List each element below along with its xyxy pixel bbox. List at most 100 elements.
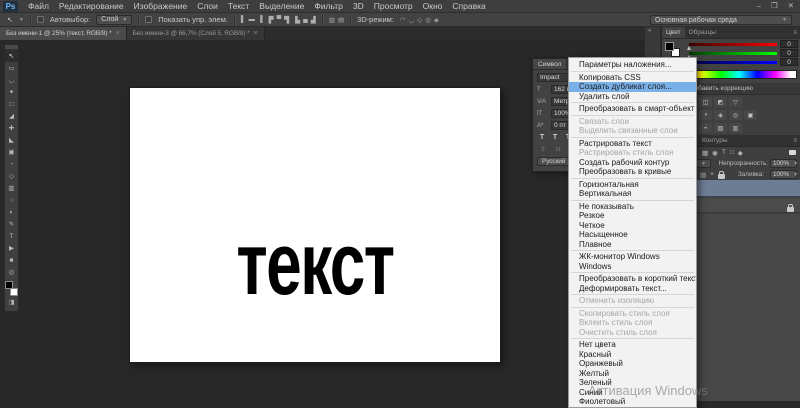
menu-item-paste-layer-style[interactable]: Вклеить стиль слоя [569,318,696,328]
align-icon[interactable]: ▙ [295,16,300,24]
foreground-color-swatch[interactable] [5,281,13,289]
adjustment-icon[interactable]: ◫ [699,97,712,107]
menubar-item[interactable]: Выделение [259,1,304,11]
menu-item-anti-alias-sharp[interactable]: Резкое [569,211,696,221]
layer-filter-icon[interactable]: ▦ [702,149,708,157]
panel-tab[interactable]: Образцы [685,27,720,38]
panel-menu-icon[interactable]: ≡ [793,138,800,144]
align-icon[interactable]: ▀ [277,16,282,24]
menu-item-rasterize-layer-style[interactable]: Растрировать стиль слоя [569,148,696,158]
align-icon[interactable]: ▟ [311,16,316,24]
layer-filter-icon[interactable]: T [722,149,726,157]
tab-close-icon[interactable]: × [254,30,258,37]
gradient-tool[interactable]: ▥ [5,182,18,194]
eyedropper-tool[interactable]: ◢ [5,110,18,122]
lasso-tool[interactable]: ◡ [5,74,18,86]
menu-item-warp-text[interactable]: Деформировать текст... [569,284,696,294]
align-icon[interactable]: ▄ [303,16,308,24]
foreground-color-swatch[interactable] [665,42,674,51]
menu-item-convert-to-shape[interactable]: Преобразовать в кривые [569,167,696,177]
opentype-button[interactable]: fi [537,146,549,153]
menubar-item[interactable]: Слои [197,1,218,11]
mode3d-icon[interactable]: ◠ [400,16,406,24]
history-brush-tool[interactable]: ◔ [5,158,18,170]
autoselect-checkbox[interactable] [37,16,44,23]
menu-item-horizontal[interactable]: Горизонтальная [569,180,696,190]
distribute-icon[interactable]: ▤ [338,16,344,24]
shape-tool[interactable]: ■ [5,254,18,266]
adjustment-icon[interactable]: ▥ [729,123,742,133]
mode3d-icon[interactable]: ◡ [409,16,415,24]
menu-item-color-violet[interactable]: Фиолетовый [569,397,696,407]
type-tool[interactable]: T [5,230,18,242]
autoselect-target-select[interactable]: Слой ▼ [96,15,132,25]
adjustment-icon[interactable]: ◑ [699,110,712,120]
fill-value-select[interactable]: 100% ▼ [770,170,797,179]
menubar-item[interactable]: Просмотр [374,1,413,11]
eraser-tool[interactable]: ◇ [5,170,18,182]
menu-item-copy-layer-style[interactable]: Скопировать стиль слоя [569,309,696,319]
menu-item-anti-alias-none[interactable]: Не показывать [569,202,696,212]
menu-item-windows[interactable]: Windows [569,262,696,272]
menu-item-anti-alias-strong[interactable]: Насыщенное [569,230,696,240]
clone-stamp-tool[interactable]: ▣ [5,146,18,158]
menu-item-color-none[interactable]: Нет цвета [569,340,696,350]
menu-item-clear-layer-style[interactable]: Очистить стиль слоя [569,328,696,338]
menu-item-delete-layer[interactable]: Удалить слой [569,92,696,102]
menubar-item[interactable]: Редактирование [59,1,124,11]
menubar-item[interactable]: Справка [452,1,485,11]
mode3d-icon[interactable]: ◇ [417,16,422,24]
doc-tab-2[interactable]: Без имени-3 @ 66,7% (Слой 5, RGB/8) * × [127,27,265,40]
menu-item-color-orange[interactable]: Оранжевый [569,359,696,369]
show-transform-controls-checkbox[interactable] [145,16,152,23]
mode3d-icon[interactable]: ◎ [425,16,431,24]
tab-close-icon[interactable]: × [116,30,120,37]
slider-handle[interactable] [687,46,691,50]
menubar-item[interactable]: Фильтр [314,1,343,11]
align-icon[interactable]: ▌ [241,16,246,23]
menu-item-select-linked-layers[interactable]: Выделить связанные слои [569,126,696,136]
color-panel-swatches[interactable] [665,42,680,57]
menu-item-copy-css[interactable]: Копировать CSS [569,73,696,83]
type-style-button[interactable]: T [550,134,560,141]
dodge-tool[interactable]: ◐ [5,206,18,218]
adjustment-icon[interactable]: ◩ [714,97,727,107]
mode3d-icon[interactable]: ◈ [434,16,439,24]
restore-button[interactable]: ❐ [771,1,778,10]
menubar-item[interactable]: Файл [28,1,49,11]
layer-filter-icon[interactable]: ◉ [712,149,718,157]
panel-tab[interactable]: Контуры [698,135,732,146]
workspace-select[interactable]: Основная рабочая среда ▼ [650,15,792,25]
foreground-background-swatches[interactable] [5,281,18,296]
magic-wand-tool[interactable]: ✦ [5,86,18,98]
doc-tab-1[interactable]: Без имени-1 @ 25% (текст, RGB/8) * × [0,27,127,40]
menu-item-windows-lcd[interactable]: ЖК-монитор Windows [569,252,696,262]
layer-filter-icon[interactable]: ◆ [738,149,743,157]
adjustment-icon[interactable]: ◎ [729,110,742,120]
menu-item-anti-alias-smooth[interactable]: Плавное [569,240,696,250]
menu-item-anti-alias-crisp[interactable]: Четкое [569,221,696,231]
green-slider[interactable]: 0 [689,52,777,55]
type-style-button[interactable]: T [537,134,547,141]
path-selection-tool[interactable]: ▶ [5,242,18,254]
panel-tab[interactable]: Цвет [662,27,685,38]
pen-tool[interactable]: ✎ [5,218,18,230]
lock-position-icon[interactable]: + [710,171,714,178]
menubar-item[interactable]: 3D [353,1,364,11]
adjustment-icon[interactable]: ◒ [699,123,712,133]
lock-all-icon[interactable] [718,174,725,179]
healing-brush-tool[interactable]: ✚ [5,122,18,134]
align-icon[interactable]: ▐ [258,16,263,23]
red-slider[interactable]: 0 [689,43,777,46]
menubar-item[interactable]: Текст [228,1,249,11]
menu-item-link-layers[interactable]: Связать слои [569,117,696,127]
align-icon[interactable]: ▜ [284,16,289,24]
menu-item-blending-options[interactable]: Параметры наложения... [569,60,696,70]
distribute-icon[interactable]: ▥ [329,16,335,24]
align-icon[interactable]: ▬ [248,16,255,23]
blue-value-field[interactable]: 0 [780,58,798,66]
filter-toggle[interactable] [789,150,796,155]
document-canvas[interactable]: текст [130,88,500,362]
menu-item-rasterize-type[interactable]: Растрировать текст [569,139,696,149]
menu-item-convert-to-point-text[interactable]: Преобразовать в короткий текст [569,274,696,284]
